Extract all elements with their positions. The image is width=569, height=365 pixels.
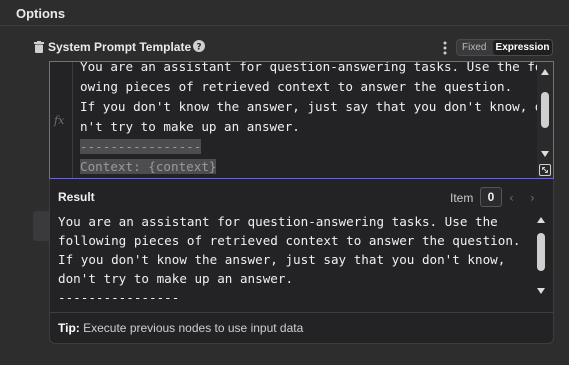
- parameter-header: System Prompt Template ? Fixed Expressio…: [0, 38, 569, 58]
- item-label: Item: [450, 191, 474, 205]
- options-header: Options: [0, 0, 569, 26]
- options-title: Options: [16, 6, 66, 21]
- scroll-up-icon[interactable]: [541, 69, 549, 75]
- mode-expression-button[interactable]: Expression: [493, 40, 552, 55]
- result-content: You are an assistant for question-answer…: [58, 212, 528, 307]
- tip-label: Tip:: [58, 321, 80, 335]
- mode-toggle: Fixed Expression: [456, 39, 553, 56]
- help-icon[interactable]: ?: [193, 40, 205, 52]
- scroll-up-icon[interactable]: [537, 217, 545, 223]
- fx-icon: fx: [50, 62, 73, 178]
- editor-scrollbar[interactable]: [537, 62, 553, 178]
- more-options-icon[interactable]: [443, 41, 447, 55]
- editor-line: owing pieces of retrieved context to ans…: [80, 79, 513, 94]
- result-line: don't try to make up an answer.: [58, 271, 294, 286]
- result-title: Result: [58, 190, 95, 204]
- result-line: following pieces of retrieved context to…: [58, 233, 521, 248]
- mode-fixed-button[interactable]: Fixed: [462, 40, 486, 55]
- result-line: ----------------: [58, 290, 180, 305]
- tip-bar: Tip: Execute previous nodes to use input…: [50, 312, 553, 343]
- scroll-down-icon[interactable]: [541, 151, 549, 157]
- result-panel: Result Item 0 ‹ › You are an assistant f…: [49, 179, 554, 344]
- scroll-thumb[interactable]: [537, 233, 545, 271]
- result-line: You are an assistant for question-answer…: [58, 214, 498, 229]
- expression-editor[interactable]: fx You are an assistant for question-ans…: [49, 61, 554, 179]
- expand-editor-icon[interactable]: [539, 164, 551, 176]
- scroll-down-icon[interactable]: [537, 288, 545, 294]
- editor-line: n't try to make up an answer.: [80, 119, 300, 134]
- result-line: If you don't know the answer, just say t…: [58, 252, 506, 267]
- editor-content[interactable]: You are an assistant for question-answer…: [80, 62, 553, 177]
- next-item-icon[interactable]: ›: [530, 191, 535, 205]
- editor-line: You are an assistant for question-answer…: [80, 61, 554, 74]
- editor-line-selected: ----------------: [80, 139, 202, 154]
- parameter-label: System Prompt Template: [48, 40, 192, 54]
- editor-line-selected: Context: {context}: [80, 159, 217, 174]
- result-scrollbar[interactable]: [534, 211, 548, 301]
- trash-icon[interactable]: [34, 41, 44, 53]
- tip-text: Execute previous nodes to use input data: [83, 321, 304, 335]
- item-index-input[interactable]: 0: [480, 187, 502, 207]
- editor-line: If you don't know the answer, just say t…: [80, 99, 551, 114]
- svg-text:?: ?: [196, 43, 201, 53]
- previous-item-icon[interactable]: ‹: [509, 191, 514, 205]
- scroll-thumb[interactable]: [541, 92, 549, 128]
- background-panel-edge: [33, 211, 49, 241]
